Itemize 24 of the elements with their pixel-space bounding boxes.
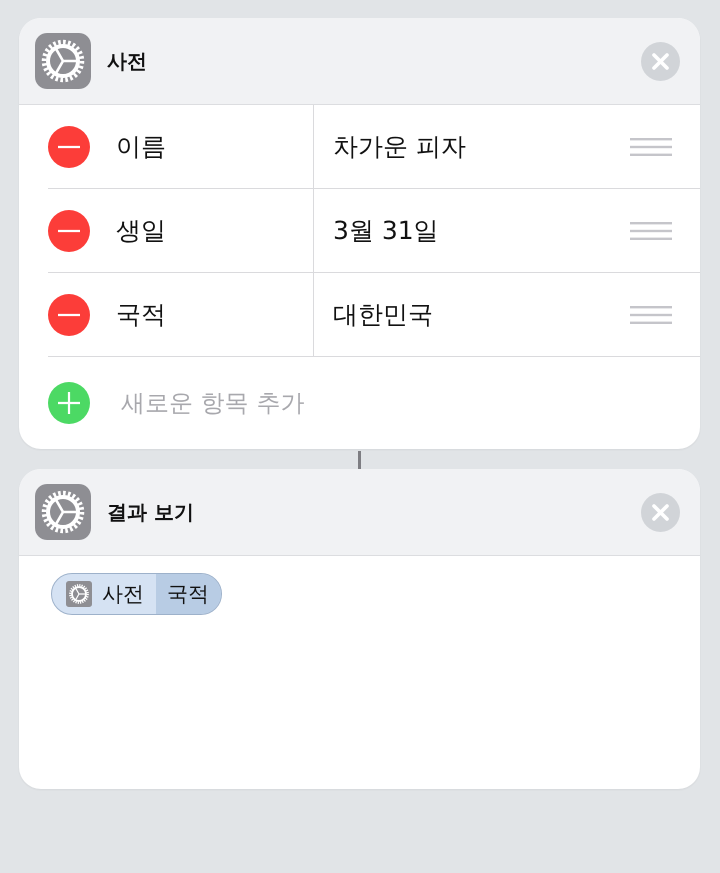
close-icon[interactable] <box>641 42 680 80</box>
minus-icon[interactable] <box>48 210 90 252</box>
value-field[interactable]: 대한민국 <box>333 298 630 331</box>
minus-icon[interactable] <box>48 126 90 168</box>
gear-icon <box>66 581 92 607</box>
plus-icon <box>48 382 90 424</box>
drag-handle-icon[interactable] <box>630 222 672 240</box>
variable-token[interactable]: 사전 국적 <box>51 573 222 615</box>
key-field[interactable]: 국적 <box>116 298 166 331</box>
close-icon[interactable] <box>641 492 680 532</box>
value-field[interactable]: 3월 31일 <box>333 214 630 247</box>
value-field[interactable]: 차가운 피자 <box>333 130 630 163</box>
key-field[interactable]: 이름 <box>116 130 166 163</box>
token-key-label: 국적 <box>156 574 221 614</box>
drag-handle-icon[interactable] <box>630 138 672 156</box>
key-field[interactable]: 생일 <box>116 214 166 247</box>
minus-icon[interactable] <box>48 294 90 336</box>
action-title: 사전 <box>107 48 148 74</box>
gear-icon <box>35 484 91 540</box>
connector-line <box>358 451 361 469</box>
action-title: 결과 보기 <box>107 498 195 526</box>
gear-icon <box>35 33 91 89</box>
token-action-label: 사전 <box>102 581 144 608</box>
drag-handle-icon[interactable] <box>630 306 672 324</box>
